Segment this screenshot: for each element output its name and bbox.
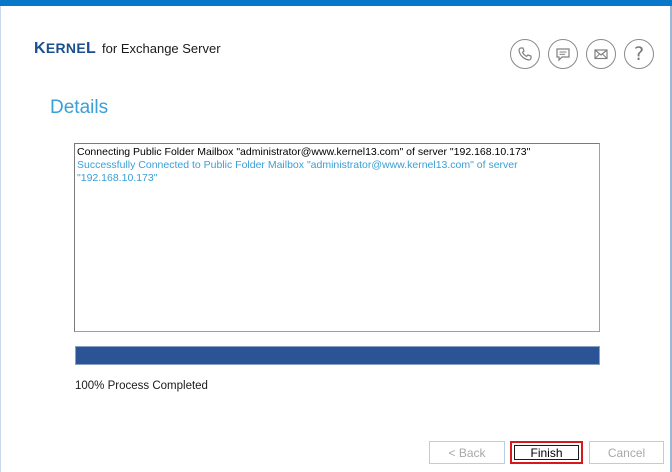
progress-status-text: 100% Process Completed (75, 380, 208, 392)
window-left-edge (0, 6, 1, 472)
help-glyph: ? (633, 42, 645, 65)
product-name: for Exchange Server (102, 41, 221, 56)
back-button[interactable]: < Back (429, 441, 505, 464)
mail-icon[interactable] (586, 39, 616, 69)
cancel-button[interactable]: Cancel (589, 441, 664, 464)
wizard-window: KERNEL for Exchange Server ? Details Con… (0, 0, 672, 472)
phone-icon[interactable] (510, 39, 540, 69)
help-icon[interactable]: ? (624, 39, 654, 69)
product-logo: KERNEL for Exchange Server (34, 40, 221, 60)
support-icons: ? (510, 39, 654, 69)
chat-icon[interactable] (548, 39, 578, 69)
progress-bar (75, 346, 600, 365)
log-line: Connecting Public Folder Mailbox "admini… (77, 146, 531, 158)
finish-button-label: Finish (514, 445, 579, 460)
page-title: Details (50, 97, 109, 118)
progress-bar-fill (76, 347, 599, 364)
brand-name: KERNEL (34, 40, 97, 57)
log-line-success: Successfully Connected to Public Folder … (77, 159, 518, 184)
window-top-bar (0, 0, 672, 6)
log-output-box[interactable]: Connecting Public Folder Mailbox "admini… (74, 143, 600, 332)
finish-button[interactable]: Finish (510, 441, 583, 464)
